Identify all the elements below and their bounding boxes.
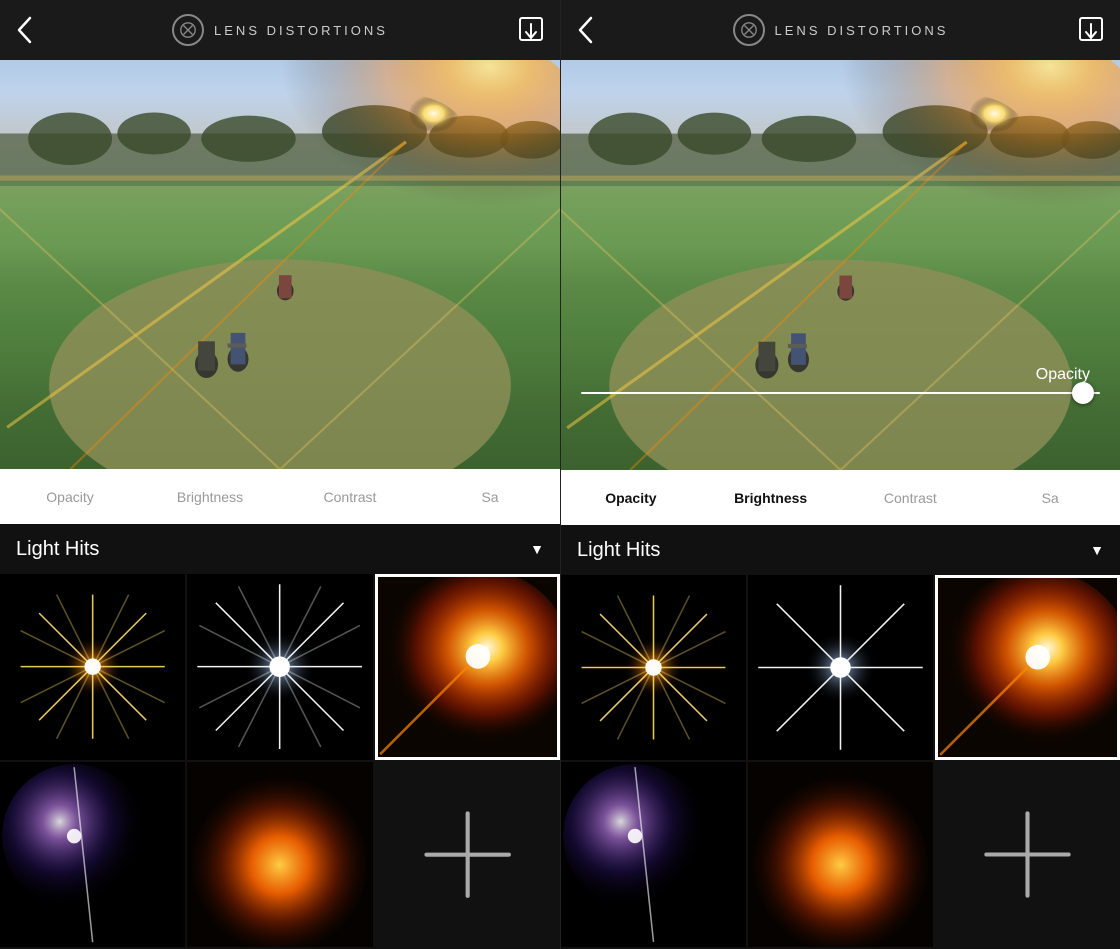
left-effect-2[interactable] xyxy=(187,574,372,759)
left-app-title: LENS DISTORTIONS xyxy=(214,23,388,38)
left-light-hits-section: Light Hits ▼ xyxy=(0,524,560,949)
left-light-hits-chevron[interactable]: ▼ xyxy=(530,541,544,557)
right-control-contrast[interactable]: Contrast xyxy=(841,470,981,525)
left-header-center: LENS DISTORTIONS xyxy=(172,14,388,46)
right-control-saturation[interactable]: Sa xyxy=(980,470,1120,525)
left-control-contrast[interactable]: Contrast xyxy=(280,469,420,524)
right-image-area: Opacity xyxy=(561,60,1120,470)
right-effect-5[interactable] xyxy=(748,762,933,947)
right-effect-4[interactable] xyxy=(561,762,746,947)
right-logo xyxy=(733,14,765,46)
right-light-hits-section: Light Hits ▼ xyxy=(561,525,1120,949)
right-light-hits-header: Light Hits ▼ xyxy=(561,525,1120,575)
right-controls-bar: Opacity Brightness Contrast Sa xyxy=(561,470,1120,525)
right-app-title: LENS DISTORTIONS xyxy=(775,23,949,38)
right-opacity-thumb[interactable] xyxy=(1072,382,1094,404)
right-header: LENS DISTORTIONS xyxy=(561,0,1120,60)
right-control-brightness[interactable]: Brightness xyxy=(701,470,841,525)
right-effects-grid xyxy=(561,575,1120,949)
right-panel: LENS DISTORTIONS xyxy=(560,0,1120,949)
left-effect-4[interactable] xyxy=(0,762,185,947)
right-effect-3[interactable] xyxy=(935,575,1120,760)
left-image-area xyxy=(0,60,560,469)
right-back-button[interactable] xyxy=(577,16,613,44)
left-baseball-bg xyxy=(0,60,560,469)
left-logo xyxy=(172,14,204,46)
left-effect-3[interactable] xyxy=(375,574,560,759)
left-effects-grid xyxy=(0,574,560,949)
left-panel: LENS DISTORTIONS xyxy=(0,0,560,949)
right-control-opacity[interactable]: Opacity xyxy=(561,470,701,525)
left-back-button[interactable] xyxy=(16,16,52,44)
left-light-hits-header: Light Hits ▼ xyxy=(0,524,560,574)
left-control-saturation[interactable]: Sa xyxy=(420,469,560,524)
left-effect-5[interactable] xyxy=(187,762,372,947)
left-effect-1[interactable] xyxy=(0,574,185,759)
left-light-hits-title: Light Hits xyxy=(16,538,99,561)
right-light-hits-title: Light Hits xyxy=(577,539,660,562)
left-header: LENS DISTORTIONS xyxy=(0,0,560,60)
right-light-hits-chevron[interactable]: ▼ xyxy=(1090,542,1104,558)
right-opacity-slider[interactable] xyxy=(581,392,1100,394)
left-add-effect-button[interactable] xyxy=(375,762,560,947)
left-control-opacity[interactable]: Opacity xyxy=(0,469,140,524)
left-control-brightness[interactable]: Brightness xyxy=(140,469,280,524)
left-download-button[interactable] xyxy=(508,16,544,44)
right-add-effect-button[interactable] xyxy=(935,762,1120,947)
right-effect-2[interactable] xyxy=(748,575,933,760)
left-controls-bar: Opacity Brightness Contrast Sa xyxy=(0,469,560,524)
right-opacity-overlay: Opacity xyxy=(561,350,1120,410)
right-download-button[interactable] xyxy=(1068,16,1104,44)
right-header-center: LENS DISTORTIONS xyxy=(733,14,949,46)
right-effect-1[interactable] xyxy=(561,575,746,760)
